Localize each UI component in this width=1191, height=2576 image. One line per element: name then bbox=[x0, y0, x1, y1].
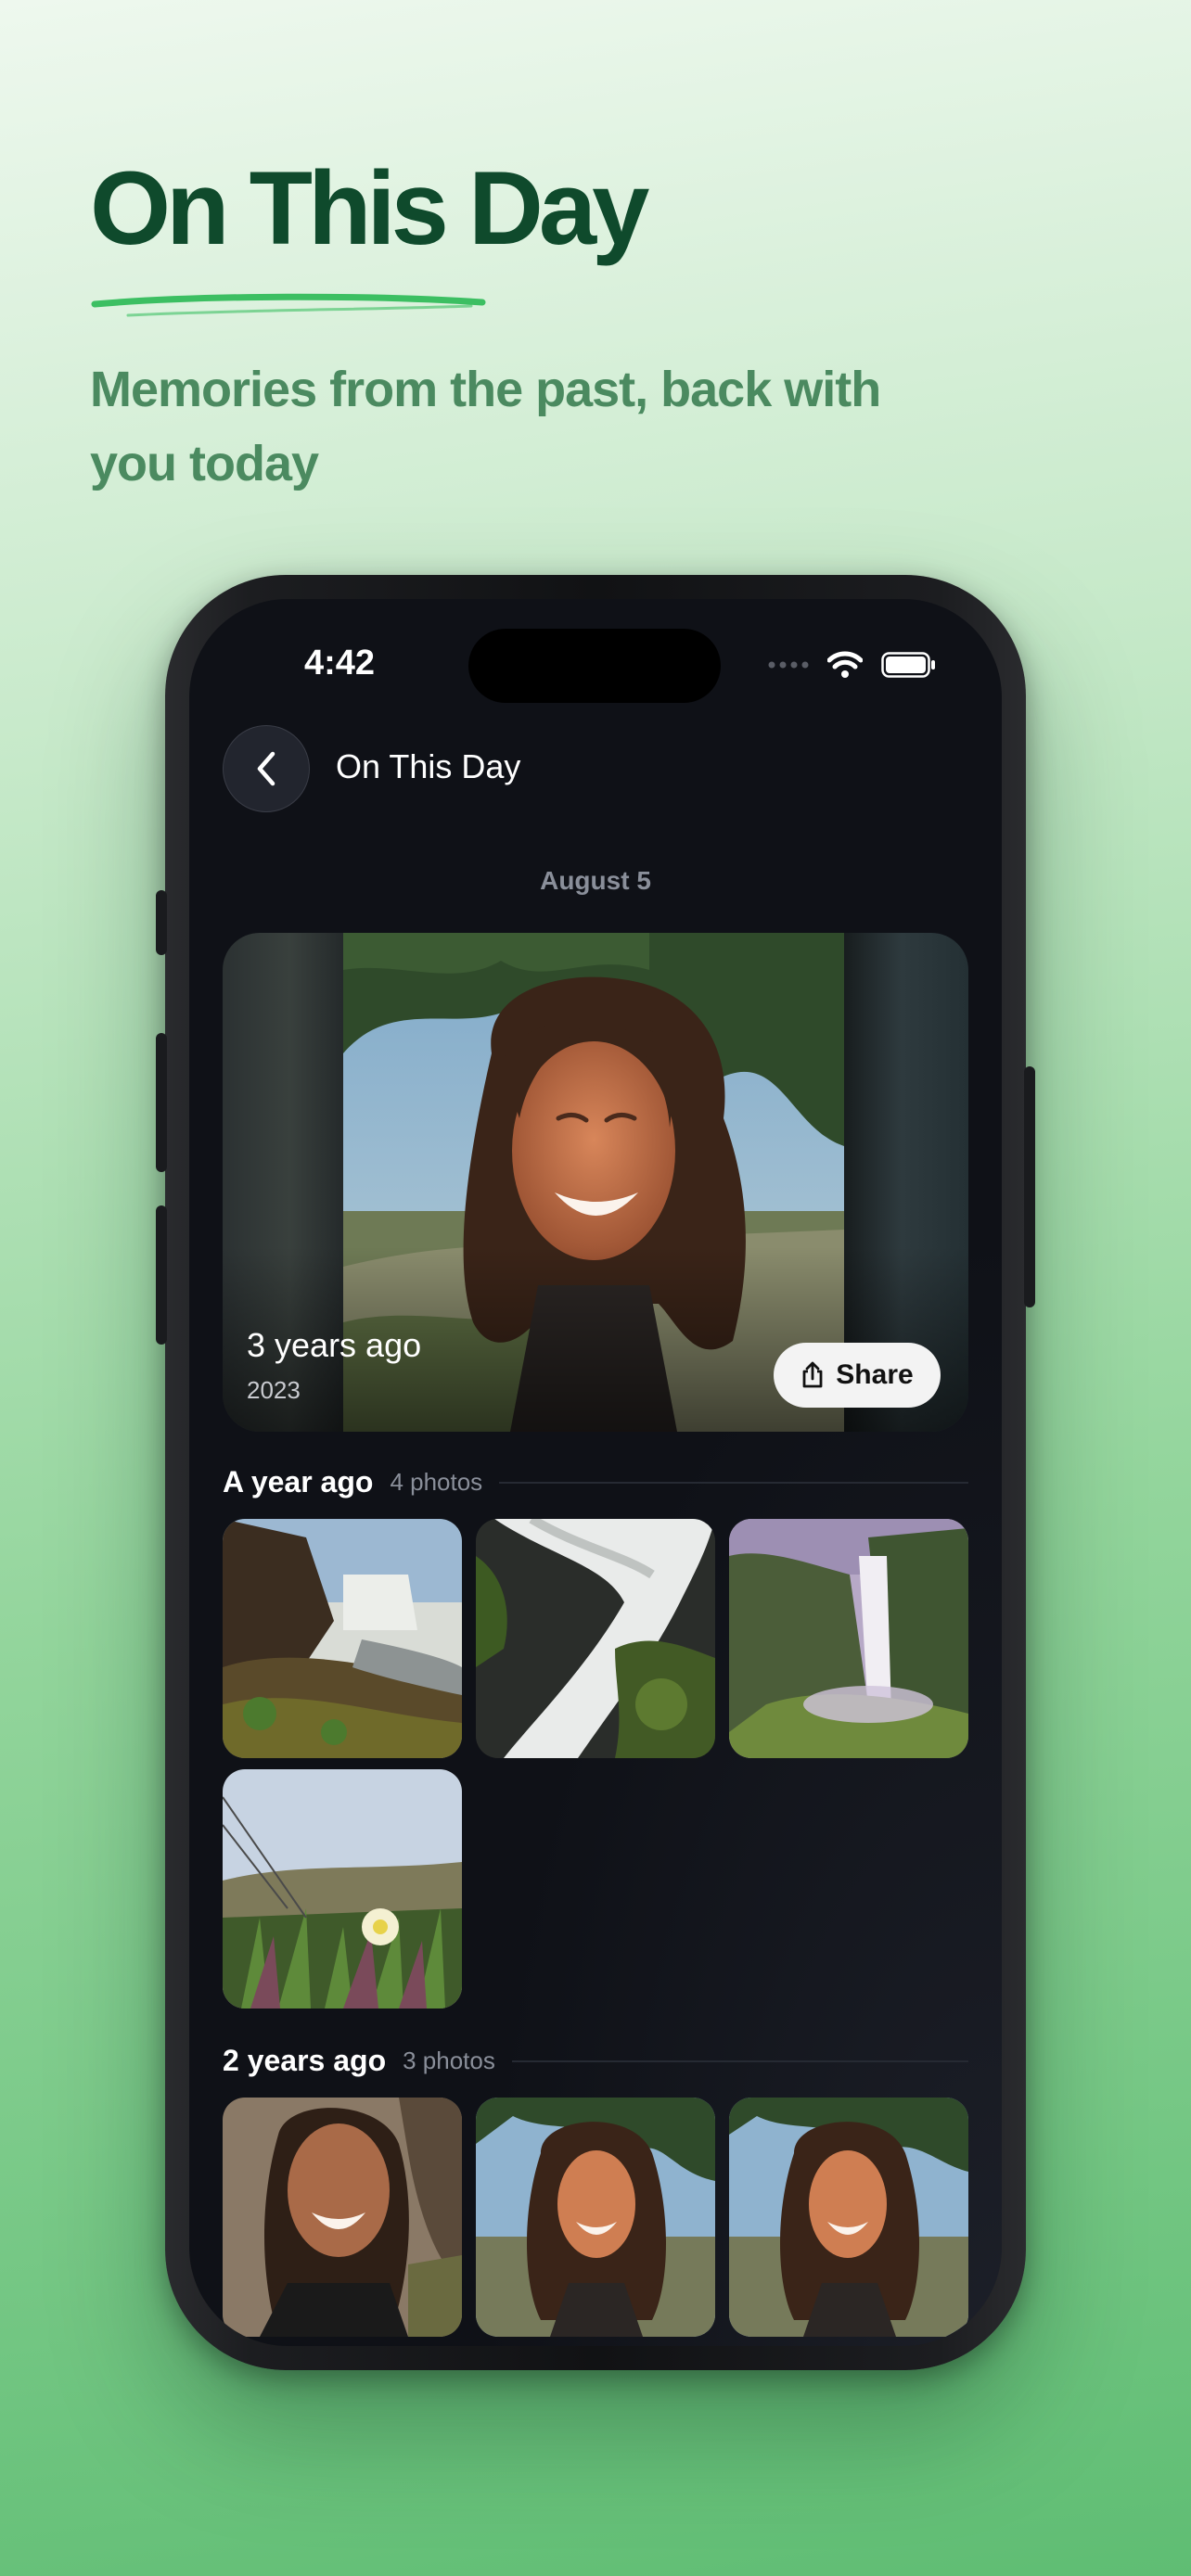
photo-tile-woman-smiling[interactable] bbox=[223, 2098, 462, 2337]
share-button[interactable]: Share bbox=[774, 1343, 941, 1408]
title-underline-decoration bbox=[91, 293, 486, 317]
battery-icon bbox=[881, 652, 935, 678]
signal-dots-icon bbox=[768, 661, 809, 669]
hero-subtitle: Memories from the past, back with you to… bbox=[90, 362, 881, 491]
section-header-2-years-ago: 2 years ago 3 photos bbox=[223, 2044, 968, 2078]
section-title: 2 years ago bbox=[223, 2044, 387, 2077]
section-divider bbox=[499, 1481, 968, 1484]
chevron-left-icon bbox=[257, 751, 275, 786]
section-count: 3 photos bbox=[403, 2047, 495, 2074]
nav-title: On This Day bbox=[336, 747, 521, 785]
date-label: August 5 bbox=[540, 866, 651, 895]
dynamic-island bbox=[468, 629, 721, 703]
status-time: 4:42 bbox=[304, 644, 376, 682]
phone-mockup: 4:42 On This Day August 5 3 years ago 20… bbox=[156, 575, 1035, 2370]
photo-tile-woman-laughing-2[interactable] bbox=[729, 2098, 968, 2337]
photo-tile-waterfall-moss[interactable] bbox=[476, 1519, 715, 1758]
app-screen: 4:42 On This Day August 5 3 years ago 20… bbox=[189, 599, 1002, 2346]
featured-year: 2023 bbox=[247, 1376, 301, 1404]
photo-tile-ice-plant-flower[interactable] bbox=[223, 1769, 462, 2009]
photo-tile-woman-laughing-1[interactable] bbox=[476, 2098, 715, 2337]
back-button[interactable] bbox=[223, 725, 310, 812]
phone-volume-up-button bbox=[156, 1033, 167, 1172]
hero-title: On This Day bbox=[90, 150, 649, 266]
phone-power-button bbox=[1024, 1066, 1035, 1307]
section-divider bbox=[511, 2060, 968, 2062]
status-icons bbox=[768, 651, 937, 679]
featured-title: 3 years ago bbox=[247, 1326, 422, 1364]
share-label: Share bbox=[836, 1359, 914, 1390]
phone-action-button bbox=[156, 890, 167, 955]
wifi-icon bbox=[827, 651, 863, 678]
section-count: 4 photos bbox=[390, 1468, 483, 1496]
photo-tile-waterfall-cliff[interactable] bbox=[223, 1519, 462, 1758]
share-icon bbox=[802, 1361, 823, 1388]
phone-volume-down-button bbox=[156, 1205, 167, 1345]
section-header-a-year-ago: A year ago 4 photos bbox=[223, 1465, 968, 1499]
section-title: A year ago bbox=[223, 1465, 374, 1498]
featured-memory-card[interactable]: 3 years ago 2023 Share bbox=[223, 933, 968, 1432]
photo-tile-waterfall-mist[interactable] bbox=[729, 1519, 968, 1758]
